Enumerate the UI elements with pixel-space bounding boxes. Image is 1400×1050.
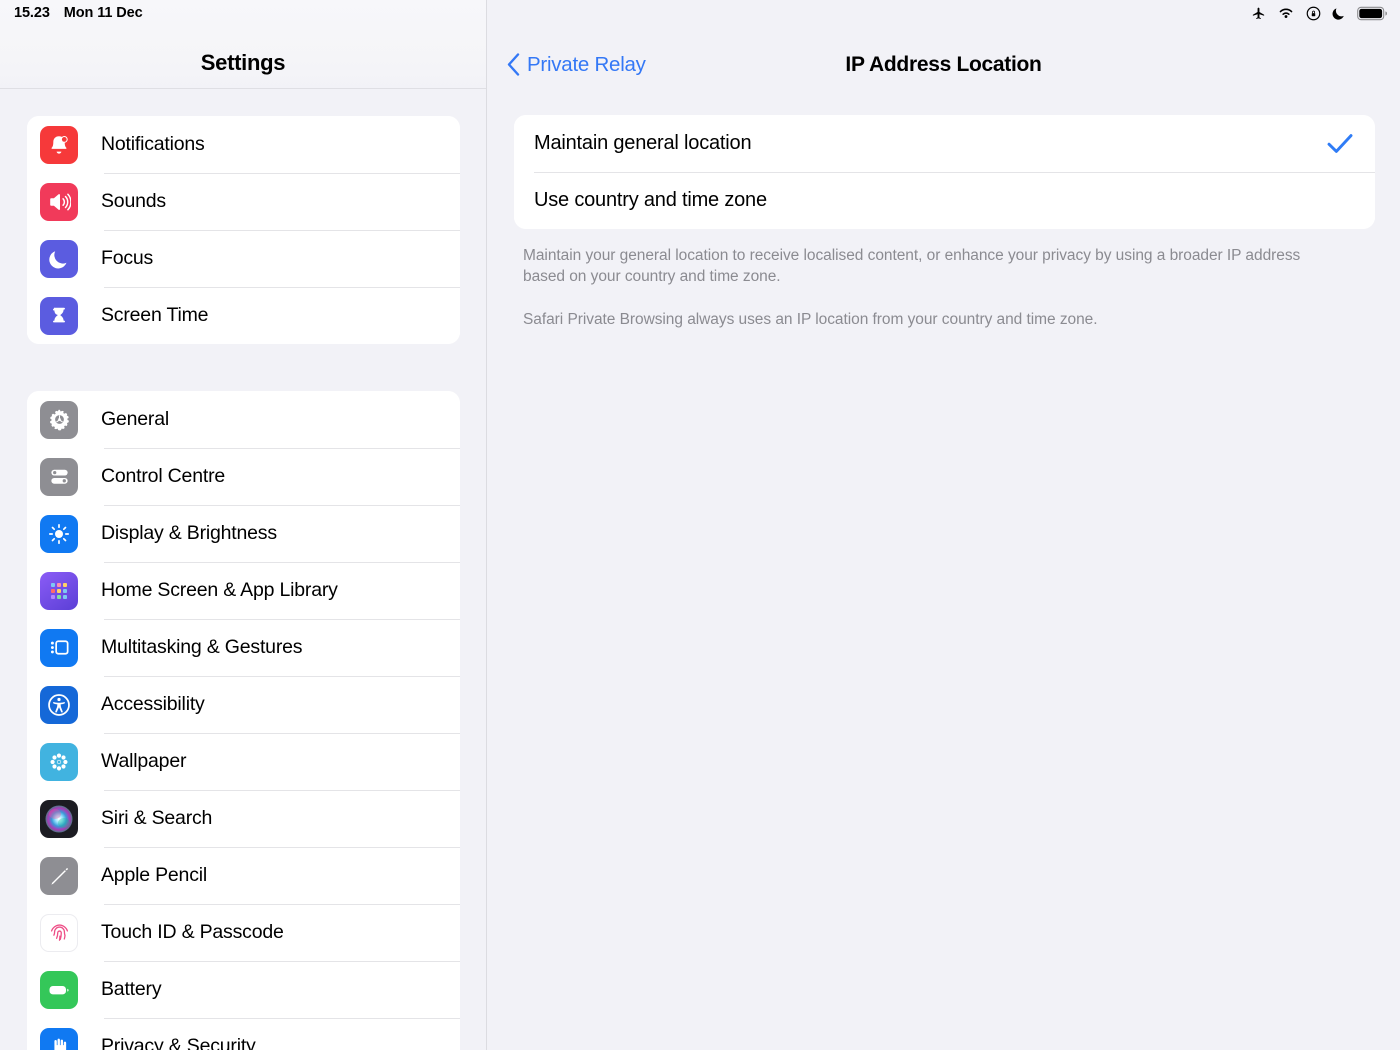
sidebar-item-battery[interactable]: Battery [27, 961, 460, 1018]
touch-id-fingerprint-icon [40, 913, 78, 952]
control-centre-toggles-icon [40, 457, 78, 496]
sidebar-item-focus[interactable]: Focus [27, 230, 460, 287]
sidebar-item-label: Multitasking & Gestures [101, 636, 303, 658]
notifications-bell-icon [40, 125, 78, 164]
back-button[interactable]: Private Relay [507, 53, 646, 77]
sidebar-item-display-brightness[interactable]: Display & Brightness [27, 505, 460, 562]
sidebar-item-label: Sounds [101, 190, 166, 212]
sidebar-item-accessibility[interactable]: Accessibility [27, 676, 460, 733]
sidebar-item-screen-time[interactable]: Screen Time [27, 287, 460, 344]
general-gear-icon [40, 400, 78, 439]
ipad-settings-screen: 15.23 Mon 11 Dec Settings Notifications … [0, 0, 1400, 1050]
sidebar-item-siri-search[interactable]: Siri & Search [27, 790, 460, 847]
sidebar-item-label: Touch ID & Passcode [101, 921, 284, 943]
focus-moon-icon [40, 239, 78, 278]
sidebar-item-notifications[interactable]: Notifications [27, 116, 460, 173]
screen-time-hourglass-icon [40, 296, 78, 335]
sidebar-item-label: General [101, 408, 169, 430]
sidebar-scroll-area[interactable]: Notifications Sounds Focus Screen Time G… [0, 89, 486, 1050]
chevron-left-icon [507, 53, 520, 77]
sidebar-item-control-centre[interactable]: Control Centre [27, 448, 460, 505]
sidebar-item-multitasking-gestures[interactable]: Multitasking & Gestures [27, 619, 460, 676]
sidebar-item-label: Screen Time [101, 304, 209, 326]
detail-navigation-bar: Private Relay IP Address Location [487, 0, 1400, 88]
sidebar-item-label: Accessibility [101, 693, 205, 715]
home-screen-grid-icon [40, 571, 78, 610]
sidebar-item-general[interactable]: General [27, 391, 460, 448]
sounds-speaker-icon [40, 182, 78, 221]
option-label: Use country and time zone [534, 189, 767, 211]
footnote-primary: Maintain your general location to receiv… [523, 247, 1301, 285]
wallpaper-flower-icon [40, 742, 78, 781]
sidebar-item-label: Privacy & Security [101, 1035, 256, 1050]
display-brightness-sun-icon [40, 514, 78, 553]
sidebar-item-home-screen[interactable]: Home Screen & App Library [27, 562, 460, 619]
settings-sidebar: Settings Notifications Sounds Focus Scre… [0, 0, 487, 1050]
sidebar-item-label: Home Screen & App Library [101, 579, 338, 601]
option-use-country-and-time-zone[interactable]: Use country and time zone [514, 172, 1375, 229]
footnote-secondary: Safari Private Browsing always uses an I… [523, 311, 1098, 328]
sidebar-item-label: Notifications [101, 133, 205, 155]
sidebar-group-1: Notifications Sounds Focus Screen Time [27, 116, 460, 344]
sidebar-item-touch-id-passcode[interactable]: Touch ID & Passcode [27, 904, 460, 961]
sidebar-item-apple-pencil[interactable]: Apple Pencil [27, 847, 460, 904]
sidebar-item-label: Battery [101, 978, 162, 1000]
sidebar-item-label: Display & Brightness [101, 522, 277, 544]
option-maintain-general-location[interactable]: Maintain general location [514, 115, 1375, 172]
sidebar-item-label: Focus [101, 247, 154, 269]
sidebar-header: Settings [0, 0, 486, 88]
apple-pencil-icon [40, 856, 78, 895]
ip-location-options-card: Maintain general location Use country an… [514, 115, 1375, 229]
siri-orb-icon [40, 799, 78, 838]
sidebar-item-privacy-security[interactable]: Privacy & Security [27, 1018, 460, 1050]
sidebar-item-label: Wallpaper [101, 750, 187, 772]
sidebar-item-label: Siri & Search [101, 807, 213, 829]
option-label: Maintain general location [534, 132, 752, 154]
detail-body: Maintain general location Use country an… [487, 88, 1400, 330]
battery-settings-icon [40, 970, 78, 1009]
checkmark-icon [1327, 133, 1353, 154]
privacy-security-hand-icon [40, 1027, 78, 1050]
sidebar-item-label: Control Centre [101, 465, 226, 487]
sidebar-item-sounds[interactable]: Sounds [27, 173, 460, 230]
detail-pane: Private Relay IP Address Location Mainta… [487, 0, 1400, 1050]
multitasking-gestures-icon [40, 628, 78, 667]
sidebar-group-2: General Control Centre Display & Brightn… [27, 391, 460, 1050]
sidebar-item-label: Apple Pencil [101, 864, 208, 886]
sidebar-header-divider [0, 88, 486, 89]
sidebar-item-wallpaper[interactable]: Wallpaper [27, 733, 460, 790]
back-button-label: Private Relay [527, 53, 646, 76]
accessibility-person-icon [40, 685, 78, 724]
sidebar-title: Settings [200, 50, 286, 75]
